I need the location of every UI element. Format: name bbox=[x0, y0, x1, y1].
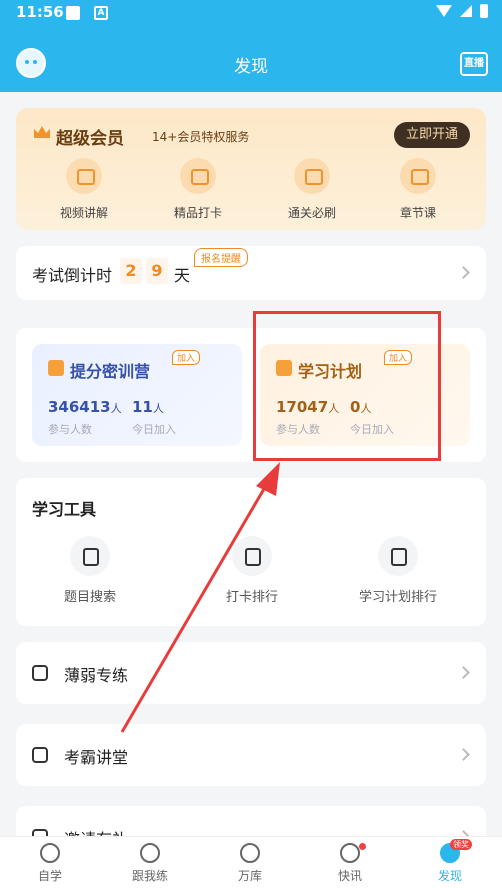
tab-label: 发现 bbox=[437, 869, 462, 883]
chevron-right-icon bbox=[457, 266, 470, 279]
tab-label: 快讯 bbox=[337, 869, 362, 883]
vip-desc: 14+会员特权服务 bbox=[152, 130, 250, 144]
tool-label: 学习计划排行 bbox=[358, 590, 437, 605]
vip-feature-video[interactable]: 视频讲解 bbox=[34, 158, 134, 221]
menu-label: 考霸讲堂 bbox=[64, 748, 129, 767]
trophy-icon bbox=[378, 536, 418, 576]
tool-checkin-rank[interactable]: 打卡排行 bbox=[192, 536, 312, 605]
wifi-icon bbox=[436, 5, 452, 17]
calendar-icon bbox=[48, 360, 64, 376]
discover-page: 超级会员 14+会员特权服务 立即开通 视频讲解 精品打卡 通关必刷 章节课 考… bbox=[0, 92, 502, 836]
tool-question-search[interactable]: 题目搜索 bbox=[30, 536, 150, 605]
status-icons bbox=[436, 4, 488, 18]
menu-weak-practice[interactable]: 薄弱专练 bbox=[16, 642, 486, 704]
menu-invite[interactable]: 邀请有礼 bbox=[16, 806, 486, 836]
highlight-box bbox=[253, 311, 441, 461]
vip-feature-label: 通关必刷 bbox=[287, 206, 336, 220]
chevron-right-icon bbox=[457, 666, 470, 679]
font-icon: A bbox=[94, 6, 108, 20]
fm-icon bbox=[32, 747, 48, 763]
check-circle-icon bbox=[140, 843, 160, 863]
checkin-icon bbox=[180, 158, 216, 194]
tools-heading: 学习工具 bbox=[32, 500, 97, 519]
chevron-right-icon bbox=[457, 748, 470, 761]
tab-label: 万库 bbox=[237, 869, 262, 883]
tab-practice[interactable]: 跟我练 bbox=[100, 843, 200, 884]
tab-discover[interactable]: 领奖 发现 bbox=[400, 839, 500, 884]
vip-card[interactable]: 超级会员 14+会员特权服务 立即开通 视频讲解 精品打卡 通关必刷 章节课 bbox=[16, 108, 486, 230]
today-count: 11 bbox=[132, 398, 153, 416]
vip-feature-practice[interactable]: 通关必刷 bbox=[262, 158, 362, 221]
vip-feature-chapter[interactable]: 章节课 bbox=[368, 158, 468, 221]
tool-label: 打卡排行 bbox=[225, 590, 278, 605]
status-time: 11:56 bbox=[16, 3, 64, 21]
study-tools-card: 学习工具 题目搜索 打卡排行 学习计划排行 bbox=[16, 478, 486, 626]
search-list-icon bbox=[70, 536, 110, 576]
countdown-digit: 9 bbox=[146, 258, 168, 284]
practice-icon bbox=[294, 158, 330, 194]
join-tag: 加入 bbox=[172, 350, 201, 365]
document-icon bbox=[240, 843, 260, 863]
menu-label: 薄弱专练 bbox=[64, 666, 129, 685]
vip-name: 超级会员 bbox=[56, 129, 124, 149]
menu-lecture-hall[interactable]: 考霸讲堂 bbox=[16, 724, 486, 786]
lightning-icon bbox=[340, 843, 360, 863]
tool-plan-rank[interactable]: 学习计划排行 bbox=[338, 536, 458, 605]
camp-title: 提分密训营 bbox=[70, 362, 151, 381]
vip-feature-label: 精品打卡 bbox=[173, 206, 222, 220]
notification-icon bbox=[66, 6, 80, 20]
play-icon bbox=[400, 158, 436, 194]
open-vip-button[interactable]: 立即开通 bbox=[394, 122, 470, 148]
today-unit: 人 bbox=[152, 402, 164, 415]
camp-score-boost[interactable]: 提分密训营 加入 346413人 参与人数 11人 今日加入 bbox=[32, 344, 242, 446]
signup-reminder-tag[interactable]: 报名提醒 bbox=[194, 248, 248, 267]
gift-icon bbox=[32, 829, 48, 836]
signal-icon bbox=[460, 5, 472, 17]
live-button[interactable]: 直播 bbox=[460, 52, 488, 76]
countdown-unit: 天 bbox=[174, 266, 191, 285]
video-icon bbox=[66, 158, 102, 194]
calendar-rank-icon bbox=[232, 536, 272, 576]
vip-feature-label: 视频讲解 bbox=[59, 206, 108, 220]
tab-label: 跟我练 bbox=[131, 869, 168, 883]
participants-unit: 人 bbox=[110, 402, 122, 415]
bottom-tabbar: 自学 跟我练 万库 快讯 领奖 发现 bbox=[0, 836, 502, 888]
pacman-icon bbox=[40, 843, 60, 863]
reward-badge: 领奖 bbox=[450, 839, 472, 850]
page-title: 发现 bbox=[234, 57, 268, 77]
tab-self-study[interactable]: 自学 bbox=[0, 843, 100, 884]
tab-library[interactable]: 万库 bbox=[200, 843, 300, 884]
tab-label: 自学 bbox=[37, 869, 62, 883]
tab-news[interactable]: 快讯 bbox=[300, 843, 400, 884]
menu-label: 邀请有礼 bbox=[64, 826, 128, 836]
tool-label: 题目搜索 bbox=[63, 590, 116, 605]
camp-participants: 346413人 bbox=[48, 398, 122, 416]
status-bar: 11:56 A bbox=[0, 0, 502, 26]
vip-feature-label: 章节课 bbox=[399, 206, 436, 220]
target-icon bbox=[32, 665, 48, 681]
participants-count: 346413 bbox=[48, 398, 111, 416]
crown-icon bbox=[34, 126, 50, 138]
notification-dot bbox=[359, 843, 366, 850]
exam-countdown[interactable]: 考试倒计时 2 9 天 报名提醒 bbox=[16, 246, 486, 300]
participants-label: 参与人数 bbox=[48, 423, 92, 436]
app-header: 发现 直播 bbox=[0, 26, 502, 92]
countdown-digit: 2 bbox=[120, 258, 142, 284]
countdown-label: 考试倒计时 bbox=[32, 266, 113, 285]
vip-feature-checkin[interactable]: 精品打卡 bbox=[148, 158, 248, 221]
battery-icon bbox=[480, 4, 488, 18]
today-label: 今日加入 bbox=[132, 423, 176, 436]
camp-today: 11人 bbox=[132, 398, 164, 416]
